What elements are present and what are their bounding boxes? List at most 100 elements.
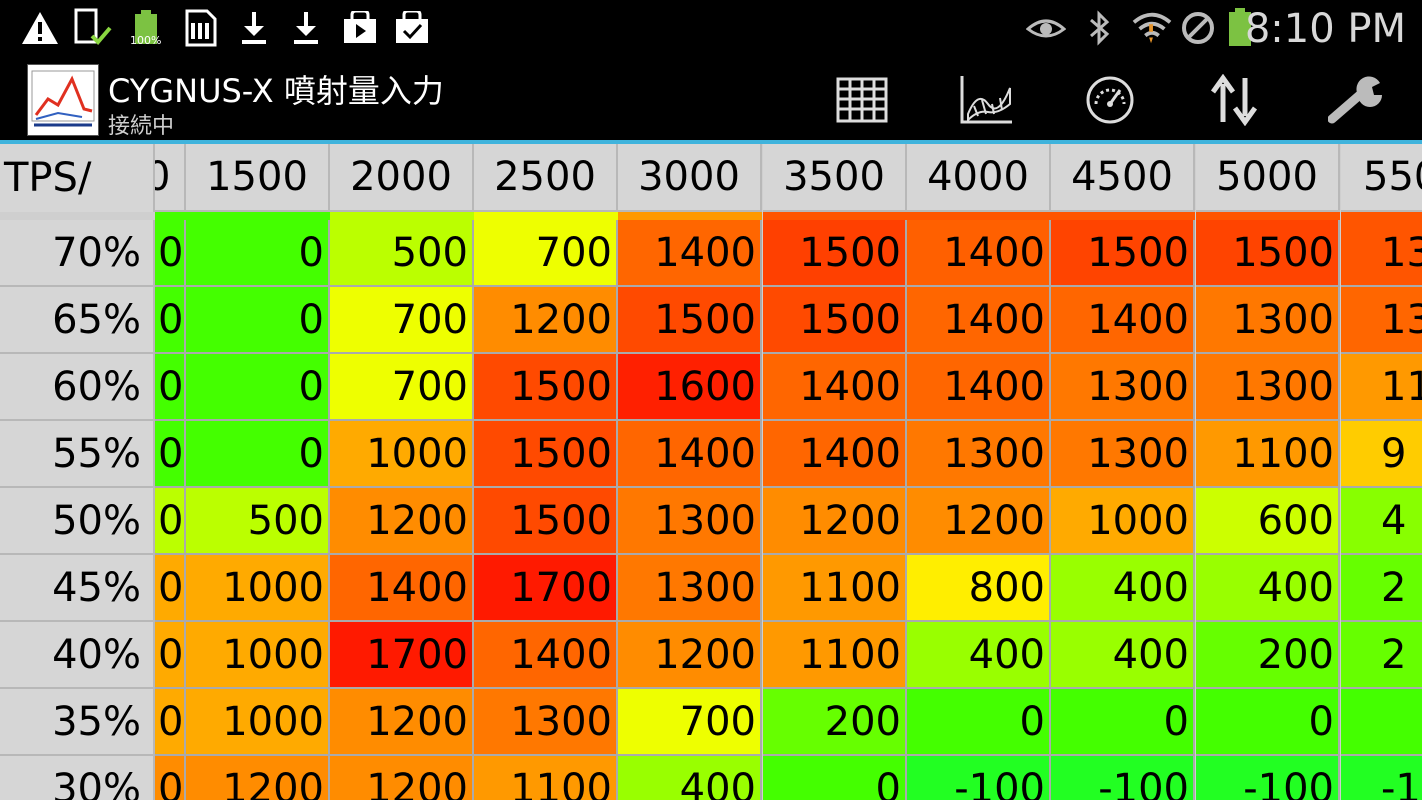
map-cell[interactable]: 1200 <box>186 756 330 800</box>
row-header-tps[interactable]: 35% <box>0 689 155 756</box>
gauge-icon[interactable] <box>1080 70 1140 130</box>
map-cell[interactable]: 1300 <box>474 689 618 756</box>
map-cell[interactable]: 400 <box>618 756 762 800</box>
map-cell[interactable]: 1400 <box>330 555 474 622</box>
map-cell[interactable]: 400 <box>1196 555 1340 622</box>
map-cell[interactable]: 1200 <box>330 689 474 756</box>
map-cell[interactable]: 0 <box>186 220 330 287</box>
map-cell[interactable]: 1500 <box>1196 220 1340 287</box>
column-header-rpm[interactable]: 1500 <box>186 144 330 212</box>
map-cell[interactable]: 1500 <box>474 488 618 555</box>
map-cell[interactable]: 1300 <box>1051 421 1195 488</box>
map-cell-clipped[interactable]: 0 <box>155 421 186 488</box>
map-cell[interactable]: 1400 <box>907 220 1051 287</box>
map-cell[interactable]: 1000 <box>186 689 330 756</box>
map-cell[interactable]: 1300 <box>618 488 762 555</box>
map-cell-clipped[interactable]: 0 <box>155 555 186 622</box>
map-cell[interactable]: 700 <box>618 689 762 756</box>
map-cell[interactable]: 400 <box>907 622 1051 689</box>
map-cell[interactable]: 2 <box>1341 622 1422 689</box>
map-cell[interactable]: 200 <box>763 689 907 756</box>
map-cell[interactable]: 700 <box>474 220 618 287</box>
map-cell[interactable]: 1100 <box>474 756 618 800</box>
map-cell[interactable]: 4 <box>1341 488 1422 555</box>
map-cell-clipped[interactable]: 0 <box>155 622 186 689</box>
map-cell[interactable]: 500 <box>330 220 474 287</box>
row-header-tps[interactable]: 60% <box>0 354 155 421</box>
map-cell[interactable]: 2 <box>1341 555 1422 622</box>
map-cell[interactable]: 1500 <box>474 354 618 421</box>
map-cell[interactable]: 1300 <box>907 421 1051 488</box>
row-header-tps[interactable]: 55% <box>0 421 155 488</box>
map-cell[interactable]: 1500 <box>1051 220 1195 287</box>
wrench-icon[interactable] <box>1328 70 1388 130</box>
map-cell[interactable]: 0 <box>1196 689 1340 756</box>
map-cell[interactable]: 200 <box>1196 622 1340 689</box>
map-cell[interactable]: 800 <box>907 555 1051 622</box>
map-cell[interactable]: 0 <box>763 756 907 800</box>
map-cell[interactable]: 1200 <box>618 622 762 689</box>
map-cell[interactable]: 1700 <box>330 622 474 689</box>
column-header-rpm[interactable]: 5000 <box>1196 144 1340 212</box>
map-cell-clipped[interactable]: 0 <box>155 220 186 287</box>
map-cell[interactable]: 1500 <box>474 421 618 488</box>
map-cell[interactable]: 400 <box>1051 622 1195 689</box>
map-cell[interactable]: 1400 <box>1051 287 1195 354</box>
row-header-tps[interactable]: 70% <box>0 220 155 287</box>
map-cell[interactable]: 0 <box>186 354 330 421</box>
table-icon[interactable] <box>832 70 892 130</box>
map-cell[interactable]: 1300 <box>1196 287 1340 354</box>
map-cell[interactable]: 400 <box>1051 555 1195 622</box>
map-cell[interactable]: 9 <box>1341 421 1422 488</box>
column-header-rpm[interactable]: 550 <box>1341 144 1422 212</box>
map-cell[interactable]: 0 <box>907 689 1051 756</box>
map-cell[interactable]: 700 <box>330 287 474 354</box>
map-cell[interactable]: 0 <box>186 287 330 354</box>
map-cell[interactable]: 13 <box>1341 220 1422 287</box>
map-cell[interactable]: 1400 <box>618 220 762 287</box>
map-cell[interactable]: 1400 <box>763 354 907 421</box>
map-cell[interactable]: 600 <box>1196 488 1340 555</box>
map-cell[interactable] <box>1341 689 1422 756</box>
map-cell[interactable]: -100 <box>1196 756 1340 800</box>
map-cell[interactable]: 1400 <box>907 287 1051 354</box>
map-cell[interactable]: 0 <box>186 421 330 488</box>
row-header-tps[interactable]: 45% <box>0 555 155 622</box>
map-cell-clipped[interactable]: 0 <box>155 488 186 555</box>
column-header-rpm[interactable]: 3000 <box>618 144 762 212</box>
map-cell[interactable]: 1200 <box>763 488 907 555</box>
map-cell[interactable]: 1200 <box>907 488 1051 555</box>
transfer-icon[interactable] <box>1204 70 1264 130</box>
map-cell[interactable]: 1500 <box>763 220 907 287</box>
row-header-tps[interactable]: 65% <box>0 287 155 354</box>
map-cell[interactable]: 11 <box>1341 354 1422 421</box>
map-cell[interactable]: 1100 <box>763 622 907 689</box>
column-header-rpm[interactable]: 2500 <box>474 144 618 212</box>
graph-3d-icon[interactable] <box>956 70 1016 130</box>
map-cell-clipped[interactable]: 0 <box>155 756 186 800</box>
map-cell[interactable]: 1500 <box>618 287 762 354</box>
map-cell[interactable]: 1400 <box>618 421 762 488</box>
map-cell[interactable]: 1300 <box>618 555 762 622</box>
column-header-rpm[interactable]: 4000 <box>907 144 1051 212</box>
map-cell[interactable]: 1400 <box>474 622 618 689</box>
map-cell[interactable]: 1000 <box>186 622 330 689</box>
map-cell[interactable]: 1200 <box>474 287 618 354</box>
map-cell[interactable]: 0 <box>1051 689 1195 756</box>
map-cell-clipped[interactable]: 0 <box>155 287 186 354</box>
row-header-tps[interactable]: 40% <box>0 622 155 689</box>
row-header-tps[interactable]: 30% <box>0 756 155 800</box>
map-cell[interactable]: 1400 <box>907 354 1051 421</box>
map-cell[interactable]: 1100 <box>1196 421 1340 488</box>
column-header-clipped[interactable]: 0 <box>155 144 186 212</box>
map-cell[interactable]: 1300 <box>1196 354 1340 421</box>
map-cell[interactable]: -100 <box>907 756 1051 800</box>
map-cell[interactable]: 1600 <box>618 354 762 421</box>
row-header-tps[interactable]: 50% <box>0 488 155 555</box>
map-cell[interactable]: -1 <box>1341 756 1422 800</box>
map-cell[interactable]: 700 <box>330 354 474 421</box>
map-cell[interactable]: 1700 <box>474 555 618 622</box>
map-cell[interactable]: 500 <box>186 488 330 555</box>
map-cell-clipped[interactable]: 0 <box>155 689 186 756</box>
fuel-map-table[interactable]: TPS/ 0 150020002500300035004000450050005… <box>0 144 1422 800</box>
